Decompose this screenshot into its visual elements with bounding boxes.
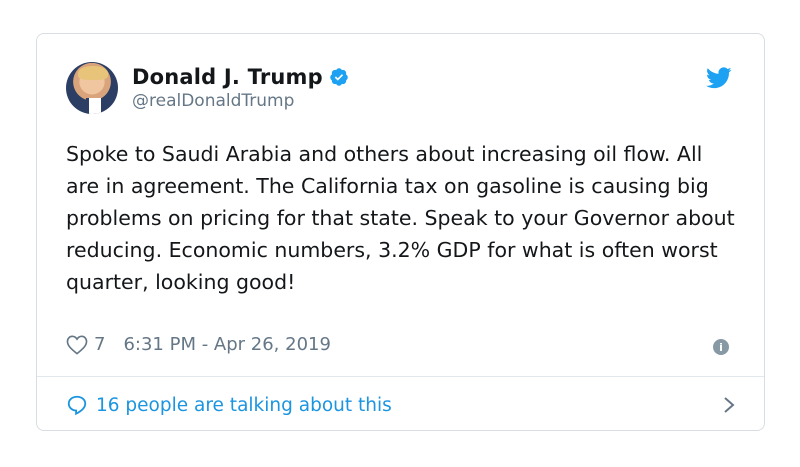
conversation-link[interactable]: 16 people are talking about this [66,390,736,420]
author-handle[interactable]: @realDonaldTrump [132,91,349,111]
speech-bubble-icon [67,395,87,416]
tweet-text: Spoke to Saudi Arabia and others about i… [66,142,735,294]
tweet-meta: 7 6:31 PM - Apr 26, 2019 [66,334,331,355]
tweet-timestamp[interactable]: 6:31 PM - Apr 26, 2019 [123,334,330,355]
name-row: Donald J. Trump [132,65,349,89]
tweet-header: Donald J. Trump @realDonaldTrump [66,62,349,114]
conversation-label[interactable]: 16 people are talking about this [96,395,392,416]
author-display-name[interactable]: Donald J. Trump [132,65,323,89]
chevron-right-icon[interactable] [722,395,736,415]
info-icon[interactable]: i [713,339,729,355]
twitter-bird-icon[interactable] [706,67,732,89]
tweet-card[interactable]: Donald J. Trump @realDonaldTrump Spoke t… [36,33,765,431]
avatar[interactable] [66,62,118,114]
divider [37,376,764,377]
like-count[interactable]: 7 [94,334,105,355]
verified-badge-icon [330,68,348,86]
heart-icon[interactable] [66,335,88,355]
author-names: Donald J. Trump @realDonaldTrump [132,65,349,111]
